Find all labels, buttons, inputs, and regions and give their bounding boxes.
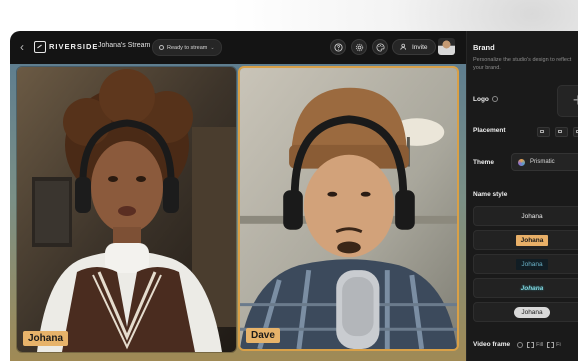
theme-value: Prismatic xyxy=(530,159,555,165)
participant-tile[interactable]: Johana xyxy=(16,66,237,353)
name-style-option-glow[interactable]: Johana xyxy=(473,278,578,298)
info-icon[interactable] xyxy=(491,96,498,102)
name-style-preview: Johana xyxy=(516,258,548,270)
theme-select[interactable]: Prismatic xyxy=(511,153,578,171)
studio-window: ‹ RIVERSIDE Johana's Stream Ready to str… xyxy=(10,31,578,361)
name-style-preview: Johana xyxy=(521,212,543,220)
video-stage: Johana Dave xyxy=(10,64,466,361)
palette-button[interactable] xyxy=(372,39,388,55)
video-frame-row: Video frame Fill Fi xyxy=(473,341,561,348)
panel-title: Brand xyxy=(473,43,495,52)
settings-button[interactable] xyxy=(351,39,367,55)
placement-bottom-button[interactable] xyxy=(573,127,578,137)
chevron-left-icon[interactable]: ‹ xyxy=(20,40,32,54)
name-style-option-gold[interactable]: Johana xyxy=(473,230,578,250)
name-style-preview: Johana xyxy=(514,306,550,318)
frame-fill-icon xyxy=(527,341,535,348)
participant-video-feed xyxy=(17,67,236,352)
chevron-down-icon: ⌄ xyxy=(210,44,215,51)
placement-top-right-button[interactable] xyxy=(555,127,568,137)
avatar[interactable] xyxy=(438,38,455,55)
placement-label: Placement xyxy=(473,127,506,134)
participant-tile-active[interactable]: Dave xyxy=(238,66,459,351)
video-frame-label: Video frame xyxy=(473,341,511,348)
help-button[interactable] xyxy=(330,39,346,55)
participant-video-feed xyxy=(240,68,457,349)
video-frame-option-label: Fill xyxy=(536,341,544,348)
frame-fit-icon xyxy=(547,341,555,348)
stream-title[interactable]: Johana's Stream xyxy=(98,42,150,49)
theme-swatch-icon xyxy=(518,158,525,166)
participant-name-tag: Johana xyxy=(23,331,69,346)
status-indicator-icon xyxy=(159,45,164,50)
add-logo-button[interactable]: + xyxy=(557,85,578,117)
status-label: Ready to stream xyxy=(167,44,208,51)
stream-status-dropdown[interactable]: Ready to stream ⌄ xyxy=(152,39,222,56)
gear-icon xyxy=(355,43,363,51)
video-frame-option-label: Fi xyxy=(556,341,561,348)
name-style-option-dark[interactable]: Johana xyxy=(473,254,578,274)
name-style-option-pill[interactable]: Johana xyxy=(473,302,578,322)
question-icon xyxy=(333,42,343,52)
logo-label-row: Logo xyxy=(473,96,498,103)
panel-description: Personalize the studio's design to refle… xyxy=(473,57,572,71)
name-style-preview: Johana xyxy=(520,284,544,292)
brand-wordmark: RIVERSIDE xyxy=(49,42,99,51)
top-bar: ‹ RIVERSIDE Johana's Stream Ready to str… xyxy=(10,31,466,63)
video-frame-fill-option[interactable]: Fill xyxy=(527,341,544,348)
name-style-label: Name style xyxy=(473,191,508,198)
invite-label: Invite xyxy=(412,43,428,51)
palette-icon xyxy=(376,42,385,52)
video-frame-fit-option[interactable]: Fi xyxy=(547,341,561,348)
placement-top-left-button[interactable] xyxy=(537,127,550,137)
participant-name-tag: Dave xyxy=(246,328,280,343)
invite-button[interactable]: Invite xyxy=(392,39,436,55)
name-style-preview: Johana xyxy=(515,234,549,246)
theme-label: Theme xyxy=(473,159,494,166)
info-icon[interactable] xyxy=(517,341,524,348)
name-style-option-plain[interactable]: Johana xyxy=(473,206,578,226)
riverside-logo-icon xyxy=(34,41,46,53)
brand-panel: Brand Personalize the studio's design to… xyxy=(466,31,578,361)
user-plus-icon xyxy=(400,43,406,50)
logo-label: Logo xyxy=(473,96,489,103)
